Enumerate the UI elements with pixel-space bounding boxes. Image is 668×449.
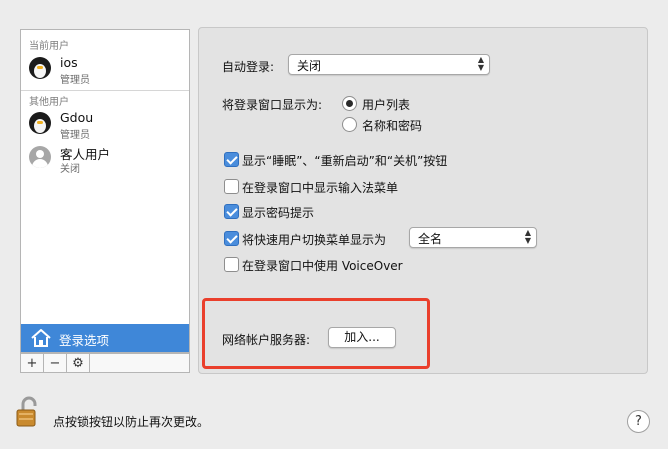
user-item-guest[interactable]: 客人用户 关闭 — [29, 144, 184, 178]
user-item-ios[interactable]: ios 管理员 — [29, 55, 184, 89]
user-item-gdou[interactable]: Gdou 管理员 — [29, 110, 184, 144]
lock-hint-text: 点按锁按钮以防止再次更改。 — [53, 415, 210, 429]
fast-user-switch-select[interactable]: 全名 ▲ ▼ — [409, 227, 537, 248]
checkbox-fast-user-switch-label: 将快速用户切换菜单显示为 — [242, 233, 387, 247]
checkbox-voiceover-label: 在登录窗口中使用 VoiceOver — [242, 259, 403, 273]
login-options-item[interactable]: 登录选项 — [21, 324, 189, 352]
penguin-avatar-icon — [29, 112, 51, 134]
current-user-header: 当前用户 — [29, 41, 69, 52]
updown-arrows-icon: ▲ ▼ — [524, 228, 531, 245]
fast-user-switch-value: 全名 — [418, 232, 443, 246]
checkbox-show-power-buttons[interactable] — [224, 152, 239, 167]
highlight-annotation-box — [202, 298, 430, 369]
user-name: ios — [60, 55, 78, 70]
radio-user-list[interactable] — [342, 96, 357, 111]
gear-icon[interactable]: ⚙ — [66, 353, 89, 373]
checkbox-show-power-buttons-label: 显示“睡眠”、“重新启动”和“关机”按钮 — [242, 154, 448, 168]
radio-user-list-label: 用户列表 — [362, 98, 411, 112]
user-role: 关闭 — [60, 164, 80, 175]
house-icon — [31, 329, 51, 347]
toolbar-spacer — [89, 353, 190, 373]
user-name: Gdou — [60, 110, 94, 125]
add-user-button[interactable]: + — [20, 353, 43, 373]
radio-name-password-label: 名称和密码 — [362, 119, 423, 133]
other-users-header: 其他用户 — [29, 97, 69, 108]
guest-avatar-icon — [29, 146, 51, 168]
unlocked-padlock-icon[interactable] — [14, 396, 44, 428]
checkbox-password-hints-label: 显示密码提示 — [242, 206, 315, 220]
checkbox-input-menu-label: 在登录窗口中显示输入法菜单 — [242, 181, 399, 195]
auto-login-select[interactable]: 关闭 ▲ ▼ — [288, 54, 490, 75]
updown-arrows-icon: ▲ ▼ — [477, 55, 484, 72]
user-list-toolbar: + − ⚙ — [20, 353, 190, 373]
user-list-panel: 当前用户 ios 管理员 其他用户 Gdou 管理员 客人用户 关闭 登录选项 — [20, 29, 190, 353]
user-role: 管理员 — [60, 75, 90, 86]
radio-name-password[interactable] — [342, 117, 357, 132]
checkbox-password-hints[interactable] — [224, 204, 239, 219]
auto-login-label: 自动登录: — [222, 60, 275, 74]
checkbox-input-menu[interactable] — [224, 179, 239, 194]
user-role: 管理员 — [60, 130, 90, 141]
help-button[interactable]: ? — [627, 410, 650, 433]
divider — [21, 90, 189, 91]
checkbox-fast-user-switch[interactable] — [224, 231, 239, 246]
remove-user-button[interactable]: − — [43, 353, 66, 373]
penguin-avatar-icon — [29, 57, 51, 79]
display-window-label: 将登录窗口显示为: — [222, 98, 323, 112]
checkbox-voiceover[interactable] — [224, 257, 239, 272]
auto-login-value: 关闭 — [297, 59, 322, 73]
login-options-label: 登录选项 — [59, 333, 110, 348]
